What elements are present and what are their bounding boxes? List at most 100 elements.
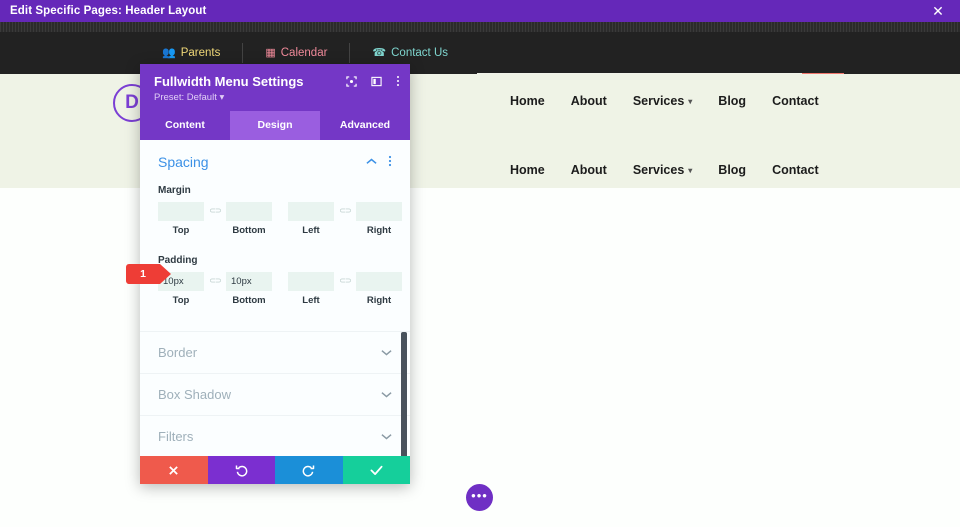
accordion-border-label: Border (158, 345, 198, 360)
padding-top-bottom-pair: Top ⊂⊃ Bottom (158, 271, 272, 306)
accordion-border[interactable]: Border (140, 331, 410, 373)
nav-label: About (570, 94, 607, 108)
nav-label: Contact (772, 163, 819, 177)
chevron-down-icon (381, 347, 392, 359)
nav-item-blog-2[interactable]: Blog (718, 163, 746, 177)
accordion-filters[interactable]: Filters (140, 415, 410, 456)
top-link-contact-us-label: Contact Us (391, 47, 449, 59)
spacing-section-header: Spacing (158, 154, 392, 170)
top-link-calendar[interactable]: ▦ Calendar (243, 43, 351, 63)
broken-link-icon[interactable]: ⊂⊃ (204, 201, 226, 215)
tab-design[interactable]: Design (230, 111, 320, 140)
top-link-contact-us[interactable]: ☎ Contact Us (350, 43, 470, 63)
phone-icon: ☎ (372, 46, 387, 59)
modal-tab-bar: Content Design Advanced (140, 111, 410, 140)
redo-icon (302, 464, 315, 477)
nav-item-contact-1[interactable]: Contact (772, 94, 819, 108)
nav-item-home-2[interactable]: Home (510, 163, 545, 177)
check-icon (370, 465, 383, 475)
padding-left-cell: Left (288, 271, 334, 306)
padding-top-label: Top (172, 295, 190, 306)
ellipsis-icon[interactable]: ••• (466, 484, 493, 511)
padding-fields: Top ⊂⊃ Bottom Left ⊂ (158, 271, 402, 309)
undo-button[interactable] (207, 456, 275, 484)
margin-bottom-input[interactable] (226, 202, 272, 221)
accordion-filters-label: Filters (158, 429, 194, 444)
undo-icon (235, 464, 248, 477)
padding-bottom-label: Bottom (232, 295, 266, 306)
nav-label: Contact (772, 94, 819, 108)
padding-right-label: Right (366, 295, 392, 306)
tab-content[interactable]: Content (140, 111, 230, 140)
padding-bottom-input[interactable] (226, 272, 272, 291)
padding-left-label: Left (302, 295, 320, 306)
margin-top-label: Top (172, 225, 190, 236)
margin-bottom-label: Bottom (232, 225, 266, 236)
redo-button[interactable] (275, 456, 343, 484)
save-button[interactable] (342, 456, 410, 484)
padding-right-cell: Right (356, 271, 402, 306)
window-title-bar: Edit Specific Pages: Header Layout ✕ (0, 0, 960, 22)
nav-label: About (570, 163, 607, 177)
margin-bottom-cell: Bottom (226, 201, 272, 236)
nav-item-about-2[interactable]: About (571, 163, 607, 177)
margin-left-input[interactable] (288, 202, 334, 221)
margin-top-bottom-pair: Top ⊂⊃ Bottom (158, 201, 272, 236)
accordion-box-shadow[interactable]: Box Shadow (140, 373, 410, 415)
nav-item-contact-2[interactable]: Contact (772, 163, 819, 177)
broken-link-icon[interactable]: ⊂⊃ (204, 271, 226, 285)
expand-icon[interactable] (346, 75, 357, 87)
modal-header-actions (346, 75, 400, 87)
more-options-icon[interactable] (396, 75, 400, 87)
padding-left-right-pair: Left ⊂⊃ Right (288, 271, 402, 306)
nav-label: Services (632, 94, 685, 108)
margin-left-cell: Left (288, 201, 334, 236)
margin-top-input[interactable] (158, 202, 204, 221)
margin-label: Margin (158, 185, 191, 196)
margin-left-label: Left (302, 225, 320, 236)
modal-footer (140, 456, 410, 484)
spacing-header-actions (366, 155, 392, 170)
chevron-down-icon: ▾ (688, 96, 693, 106)
chevron-down-icon (381, 431, 392, 443)
nav-item-blog-1[interactable]: Blog (718, 94, 746, 108)
nav-label: Blog (718, 94, 747, 108)
padding-left-input[interactable] (288, 272, 334, 291)
nav-item-services-1[interactable]: Services ▾ (633, 94, 692, 108)
nav-item-about-1[interactable]: About (571, 94, 607, 108)
design-accordion: Border Box Shadow Filters (140, 331, 410, 456)
tab-advanced[interactable]: Advanced (320, 111, 410, 140)
split-view-icon[interactable] (371, 76, 382, 87)
cancel-button[interactable] (140, 456, 208, 484)
nav-item-services-2[interactable]: Services ▾ (633, 163, 692, 177)
broken-link-icon[interactable]: ⊂⊃ (334, 271, 356, 285)
calendar-icon: ▦ (265, 46, 276, 59)
site-nav-row-1: Home About Services ▾ Blog Contact (510, 94, 819, 108)
nav-label: Home (510, 163, 545, 177)
margin-right-cell: Right (356, 201, 402, 236)
window-close-icon[interactable]: ✕ (916, 0, 960, 22)
padding-bottom-cell: Bottom (226, 271, 272, 306)
top-link-parents-label: Parents (180, 47, 221, 59)
nav-item-home-1[interactable]: Home (510, 94, 545, 108)
top-link-parents[interactable]: 👥 Parents (140, 43, 244, 63)
chevron-up-icon[interactable] (366, 157, 377, 168)
margin-right-label: Right (366, 225, 392, 236)
modal-body: Spacing Margin Top ⊂⊃ Bottom Left ⊂⊃ Rig… (140, 140, 410, 456)
padding-label: Padding (158, 255, 198, 266)
vertical-dots-icon[interactable] (388, 155, 392, 170)
spacing-section: Spacing Margin Top ⊂⊃ Bottom Left ⊂⊃ Rig… (140, 140, 410, 313)
callout-marker-1: 1 (126, 264, 171, 284)
window-title: Edit Specific Pages: Header Layout (10, 5, 207, 17)
accordion-box-shadow-label: Box Shadow (158, 387, 231, 402)
margin-right-input[interactable] (356, 202, 402, 221)
margin-fields: Top ⊂⊃ Bottom Left ⊂⊃ Right (158, 201, 402, 239)
padding-right-input[interactable] (356, 272, 402, 291)
broken-link-icon[interactable]: ⊂⊃ (334, 201, 356, 215)
margin-left-right-pair: Left ⊂⊃ Right (288, 201, 402, 236)
modal-scrollbar-thumb[interactable] (401, 332, 407, 456)
screen-root: Edit Specific Pages: Header Layout ✕ 👥 P… (0, 0, 960, 527)
modal-preset-selector[interactable]: Preset: Default ▾ (154, 92, 396, 103)
module-settings-modal: Fullwidth Menu Settings Preset: Default … (140, 64, 410, 484)
site-nav-row-2: Home About Services ▾ Blog Contact (510, 163, 819, 177)
